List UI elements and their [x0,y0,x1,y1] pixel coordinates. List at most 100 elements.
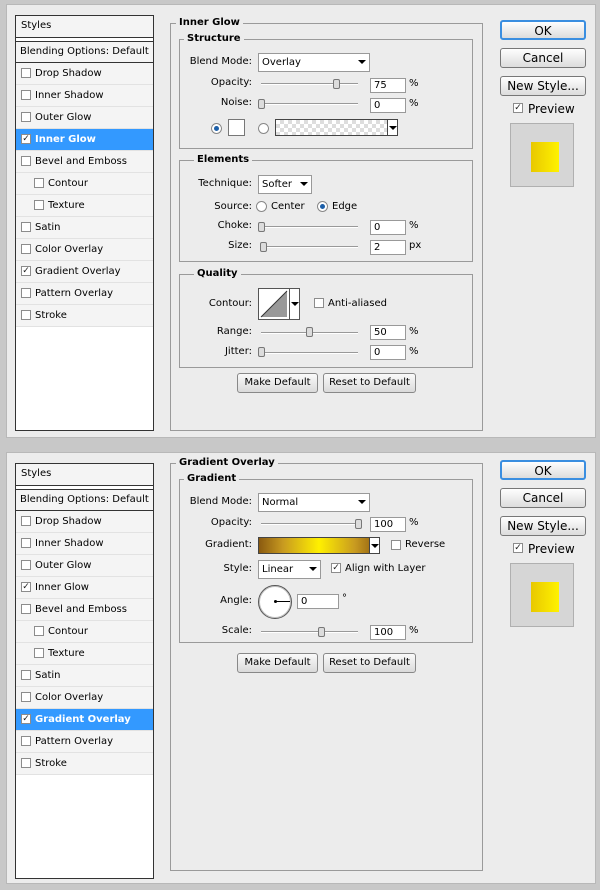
inner-glow-checkbox[interactable]: ✓ [21,582,31,592]
outer-glow-checkbox[interactable] [21,112,31,122]
style-item-texture[interactable]: Texture [16,643,153,665]
jitter-input[interactable]: 0 [370,345,406,360]
size-slider-knob[interactable] [260,242,267,252]
color-overlay-checkbox[interactable] [21,244,31,254]
contour-checkbox[interactable] [34,626,44,636]
texture-checkbox[interactable] [34,200,44,210]
opacity-slider-knob[interactable] [355,519,362,529]
style-item-stroke[interactable]: Stroke [16,753,153,775]
opacity-slider-knob[interactable] [333,79,340,89]
scale-input[interactable]: 100 [370,625,406,640]
jitter-slider-knob[interactable] [258,347,265,357]
blending-options-item[interactable]: Blending Options: Default [16,41,153,63]
contour-picker[interactable] [258,288,300,320]
ok-button[interactable]: OK [500,460,586,480]
cancel-button[interactable]: Cancel [500,488,586,508]
scale-slider-knob[interactable] [318,627,325,637]
angle-dial[interactable] [258,585,292,619]
style-item-inner-glow[interactable]: ✓ Inner Glow [16,577,153,599]
style-item-drop-shadow[interactable]: Drop Shadow [16,63,153,85]
source-center-radio[interactable] [256,201,267,212]
opacity-input[interactable]: 100 [370,517,406,532]
styles-header[interactable]: Styles [16,16,153,38]
stroke-checkbox[interactable] [21,758,31,768]
technique-select[interactable]: Softer [258,175,312,194]
noise-input[interactable]: 0 [370,98,406,113]
contour-checkbox[interactable] [34,178,44,188]
reset-to-default-button[interactable]: Reset to Default [323,373,416,393]
inner-glow-checkbox[interactable]: ✓ [21,134,31,144]
color-overlay-checkbox[interactable] [21,692,31,702]
glow-color-swatch[interactable] [228,119,245,136]
drop-shadow-checkbox[interactable] [21,68,31,78]
gradient-overlay-checkbox[interactable]: ✓ [21,266,31,276]
stroke-checkbox[interactable] [21,310,31,320]
style-item-outer-glow[interactable]: Outer Glow [16,555,153,577]
preview-checkbox[interactable]: ✓ [513,543,523,553]
style-item-pattern-overlay[interactable]: Pattern Overlay [16,283,153,305]
size-slider-track[interactable] [261,246,358,248]
style-item-texture[interactable]: Texture [16,195,153,217]
choke-slider-track[interactable] [261,226,358,228]
blending-options-item[interactable]: Blending Options: Default [16,489,153,511]
reset-to-default-button[interactable]: Reset to Default [323,653,416,673]
style-item-bevel-emboss[interactable]: Bevel and Emboss [16,599,153,621]
source-edge-radio[interactable] [317,201,328,212]
style-item-outer-glow[interactable]: Outer Glow [16,107,153,129]
choke-input[interactable]: 0 [370,220,406,235]
range-input[interactable]: 50 [370,325,406,340]
satin-checkbox[interactable] [21,222,31,232]
anti-aliased-checkbox[interactable] [314,298,324,308]
style-item-inner-shadow[interactable]: Inner Shadow [16,85,153,107]
style-item-pattern-overlay[interactable]: Pattern Overlay [16,731,153,753]
glow-gradient-picker[interactable] [275,119,398,136]
inner-shadow-checkbox[interactable] [21,538,31,548]
style-item-stroke[interactable]: Stroke [16,305,153,327]
cancel-button[interactable]: Cancel [500,48,586,68]
pattern-overlay-checkbox[interactable] [21,288,31,298]
style-item-bevel-emboss[interactable]: Bevel and Emboss [16,151,153,173]
new-style-button[interactable]: New Style... [500,516,586,536]
bevel-emboss-checkbox[interactable] [21,156,31,166]
choke-slider-knob[interactable] [258,222,265,232]
style-item-contour[interactable]: Contour [16,621,153,643]
size-input[interactable]: 2 [370,240,406,255]
blend-mode-select[interactable]: Normal [258,493,370,512]
style-item-color-overlay[interactable]: Color Overlay [16,239,153,261]
opacity-slider-track[interactable] [261,523,358,525]
style-item-inner-shadow[interactable]: Inner Shadow [16,533,153,555]
gradient-overlay-checkbox[interactable]: ✓ [21,714,31,724]
gradient-picker[interactable] [258,537,380,554]
preview-checkbox[interactable]: ✓ [513,103,523,113]
noise-slider-knob[interactable] [258,99,265,109]
pattern-overlay-checkbox[interactable] [21,736,31,746]
style-item-satin[interactable]: Satin [16,665,153,687]
style-item-color-overlay[interactable]: Color Overlay [16,687,153,709]
texture-checkbox[interactable] [34,648,44,658]
ok-button[interactable]: OK [500,20,586,40]
opacity-input[interactable]: 75 [370,78,406,93]
opacity-slider-track[interactable] [261,83,358,85]
range-slider-knob[interactable] [306,327,313,337]
align-with-layer-checkbox[interactable]: ✓ [331,563,341,573]
style-select[interactable]: Linear [258,560,321,579]
blend-mode-select[interactable]: Overlay [258,53,370,72]
reverse-checkbox[interactable] [391,540,401,550]
outer-glow-checkbox[interactable] [21,560,31,570]
jitter-slider-track[interactable] [261,352,358,354]
style-item-satin[interactable]: Satin [16,217,153,239]
style-item-inner-glow[interactable]: ✓ Inner Glow [16,129,153,151]
gradient-radio[interactable] [258,123,269,134]
inner-shadow-checkbox[interactable] [21,90,31,100]
new-style-button[interactable]: New Style... [500,76,586,96]
make-default-button[interactable]: Make Default [237,653,318,673]
style-item-gradient-overlay[interactable]: ✓ Gradient Overlay [16,261,153,283]
noise-slider-track[interactable] [261,103,358,105]
bevel-emboss-checkbox[interactable] [21,604,31,614]
styles-header[interactable]: Styles [16,464,153,486]
style-item-gradient-overlay[interactable]: ✓ Gradient Overlay [16,709,153,731]
angle-input[interactable]: 0 [297,594,339,609]
color-radio[interactable] [211,123,222,134]
style-item-contour[interactable]: Contour [16,173,153,195]
style-item-drop-shadow[interactable]: Drop Shadow [16,511,153,533]
